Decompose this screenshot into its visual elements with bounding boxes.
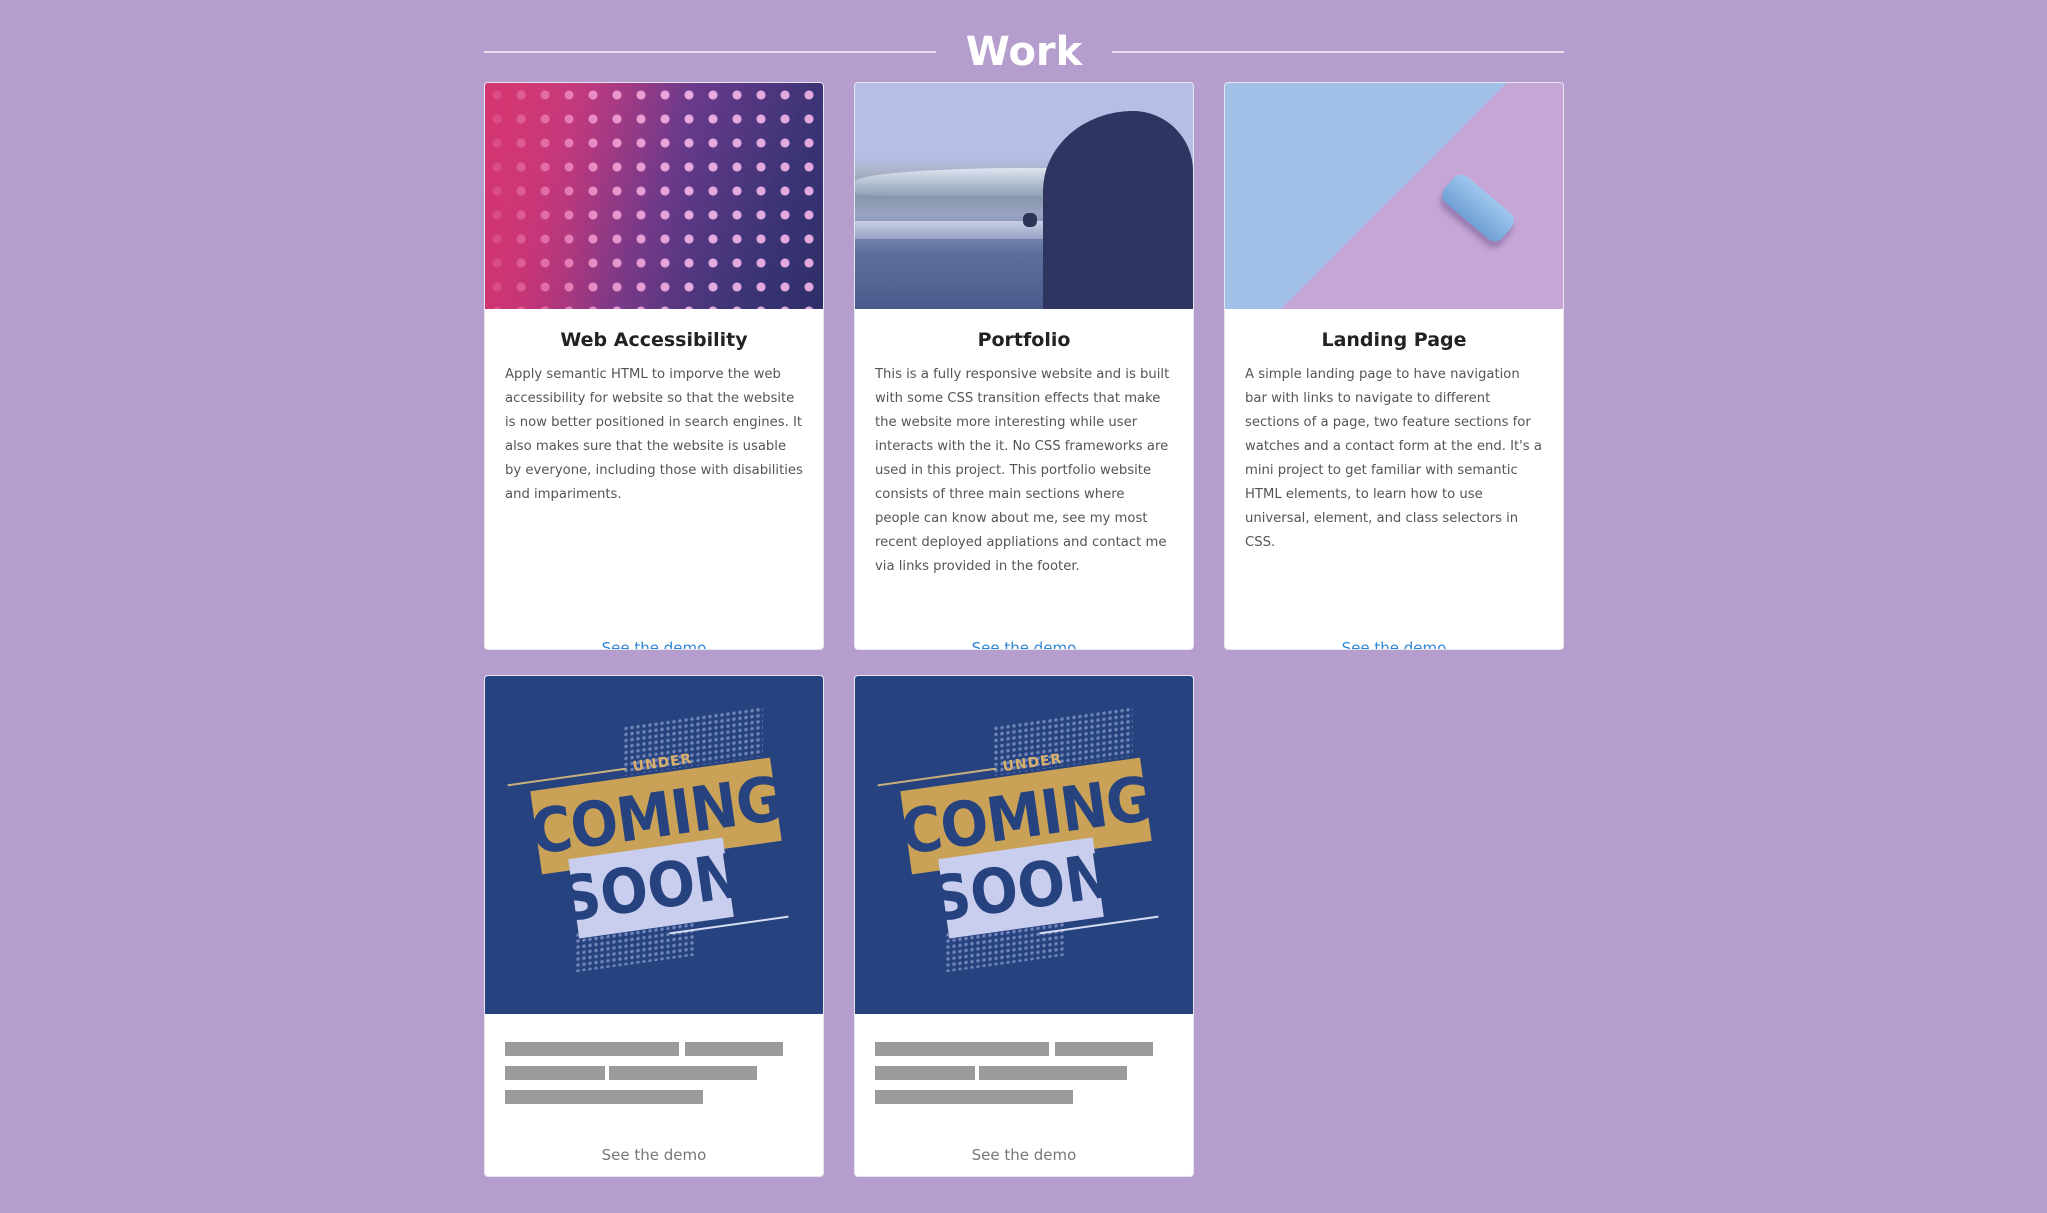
card-description: This is a fully responsive website and i… — [875, 367, 1170, 574]
card-title: Landing Page — [1321, 329, 1467, 351]
card-title: Web Accessibility — [560, 329, 748, 351]
coming-soon-image: UNDER CONSTRUCTION COMING SOON — [855, 676, 1193, 1014]
header-rule-left — [484, 51, 936, 53]
beach-surfer-image — [855, 83, 1193, 309]
toy-car-image — [1225, 83, 1563, 309]
placeholder-text-block: See the demo — [855, 1014, 1193, 1176]
section-title: Work — [965, 29, 1083, 75]
card-description: A simple landing page to have navigation… — [1245, 367, 1542, 550]
project-card-landing-page: Landing Page A simple landing page to ha… — [1224, 82, 1564, 650]
header-rule-right — [1112, 51, 1565, 53]
coming-soon-image: UNDER CONSTRUCTION COMING SOON — [485, 676, 823, 1014]
see-demo-link[interactable]: See the demo — [485, 639, 823, 649]
project-card-coming-soon-1: UNDER CONSTRUCTION COMING SOON See the d… — [484, 675, 824, 1177]
card-description: Apply semantic HTML to imporve the web a… — [505, 367, 803, 502]
section-header: Work — [484, 20, 1565, 84]
see-demo-link[interactable]: See the demo — [855, 639, 1193, 649]
work-page: Work Web Accessibility Apply semantic HT… — [0, 0, 2047, 1213]
project-card-web-accessibility: Web Accessibility Apply semantic HTML to… — [484, 82, 824, 650]
see-demo-link[interactable]: See the demo — [855, 1146, 1193, 1164]
card-title: Portfolio — [977, 329, 1071, 351]
see-demo-link[interactable]: See the demo — [485, 1146, 823, 1164]
project-card-portfolio: Portfolio This is a fully responsive web… — [854, 82, 1194, 650]
project-card-coming-soon-2: UNDER CONSTRUCTION COMING SOON See the d… — [854, 675, 1194, 1177]
led-lights-image — [485, 83, 823, 309]
placeholder-text-block: See the demo — [485, 1014, 823, 1176]
see-demo-link[interactable]: See the demo — [1225, 639, 1563, 649]
